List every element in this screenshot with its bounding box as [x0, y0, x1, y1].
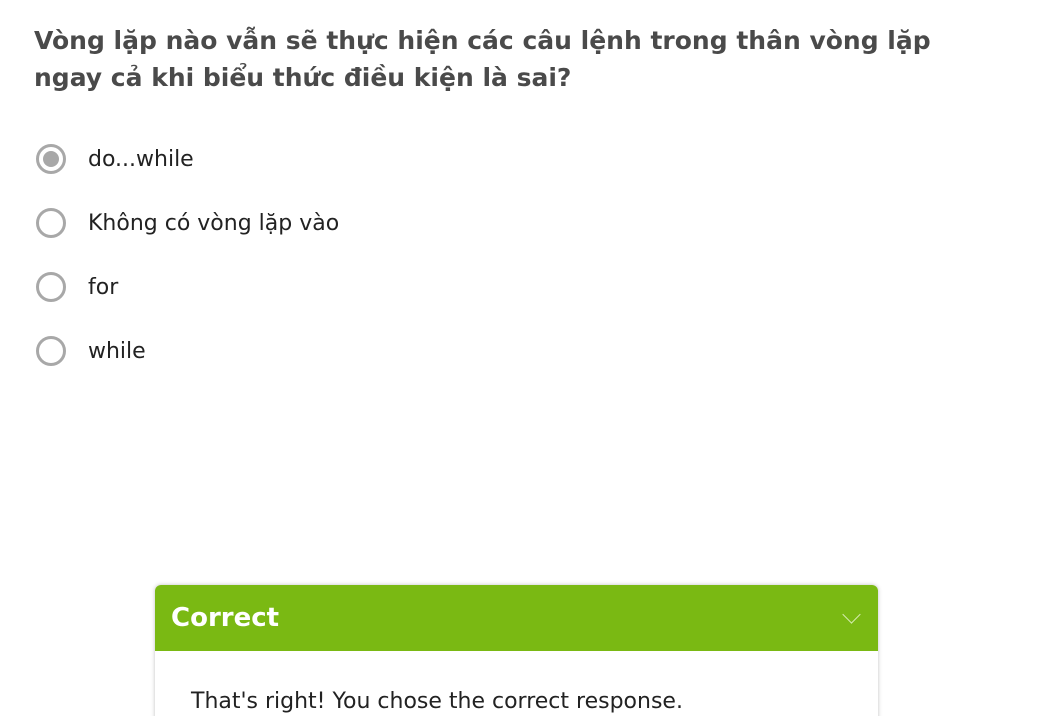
radio-button[interactable] — [36, 272, 66, 302]
quiz-page: Vòng lặp nào vẫn sẽ thực hiện các câu lệ… — [0, 0, 1041, 716]
option-none[interactable]: Không có vòng lặp vào — [36, 201, 339, 245]
option-do-while[interactable]: do...while — [36, 137, 339, 181]
option-while[interactable]: while — [36, 329, 339, 373]
radio-button[interactable] — [36, 208, 66, 238]
answer-options: do...while Không có vòng lặp vào for whi… — [36, 137, 339, 393]
option-label: do...while — [88, 146, 194, 172]
option-label: Không có vòng lặp vào — [88, 210, 340, 236]
option-label: for — [88, 274, 119, 300]
radio-button[interactable] — [36, 336, 66, 366]
question-text: Vòng lặp nào vẫn sẽ thực hiện các câu lệ… — [34, 26, 931, 92]
feedback-title: Correct — [171, 603, 280, 633]
option-for[interactable]: for — [36, 265, 339, 309]
chevron-down-icon[interactable] — [842, 604, 861, 624]
feedback-message: That's right! You chose the correct resp… — [191, 689, 683, 714]
radio-button[interactable] — [36, 144, 66, 174]
feedback-panel: Correct That's right! You chose the corr… — [155, 585, 878, 716]
radio-dot — [43, 151, 59, 167]
feedback-header[interactable]: Correct — [155, 585, 878, 651]
option-label: while — [88, 338, 146, 364]
